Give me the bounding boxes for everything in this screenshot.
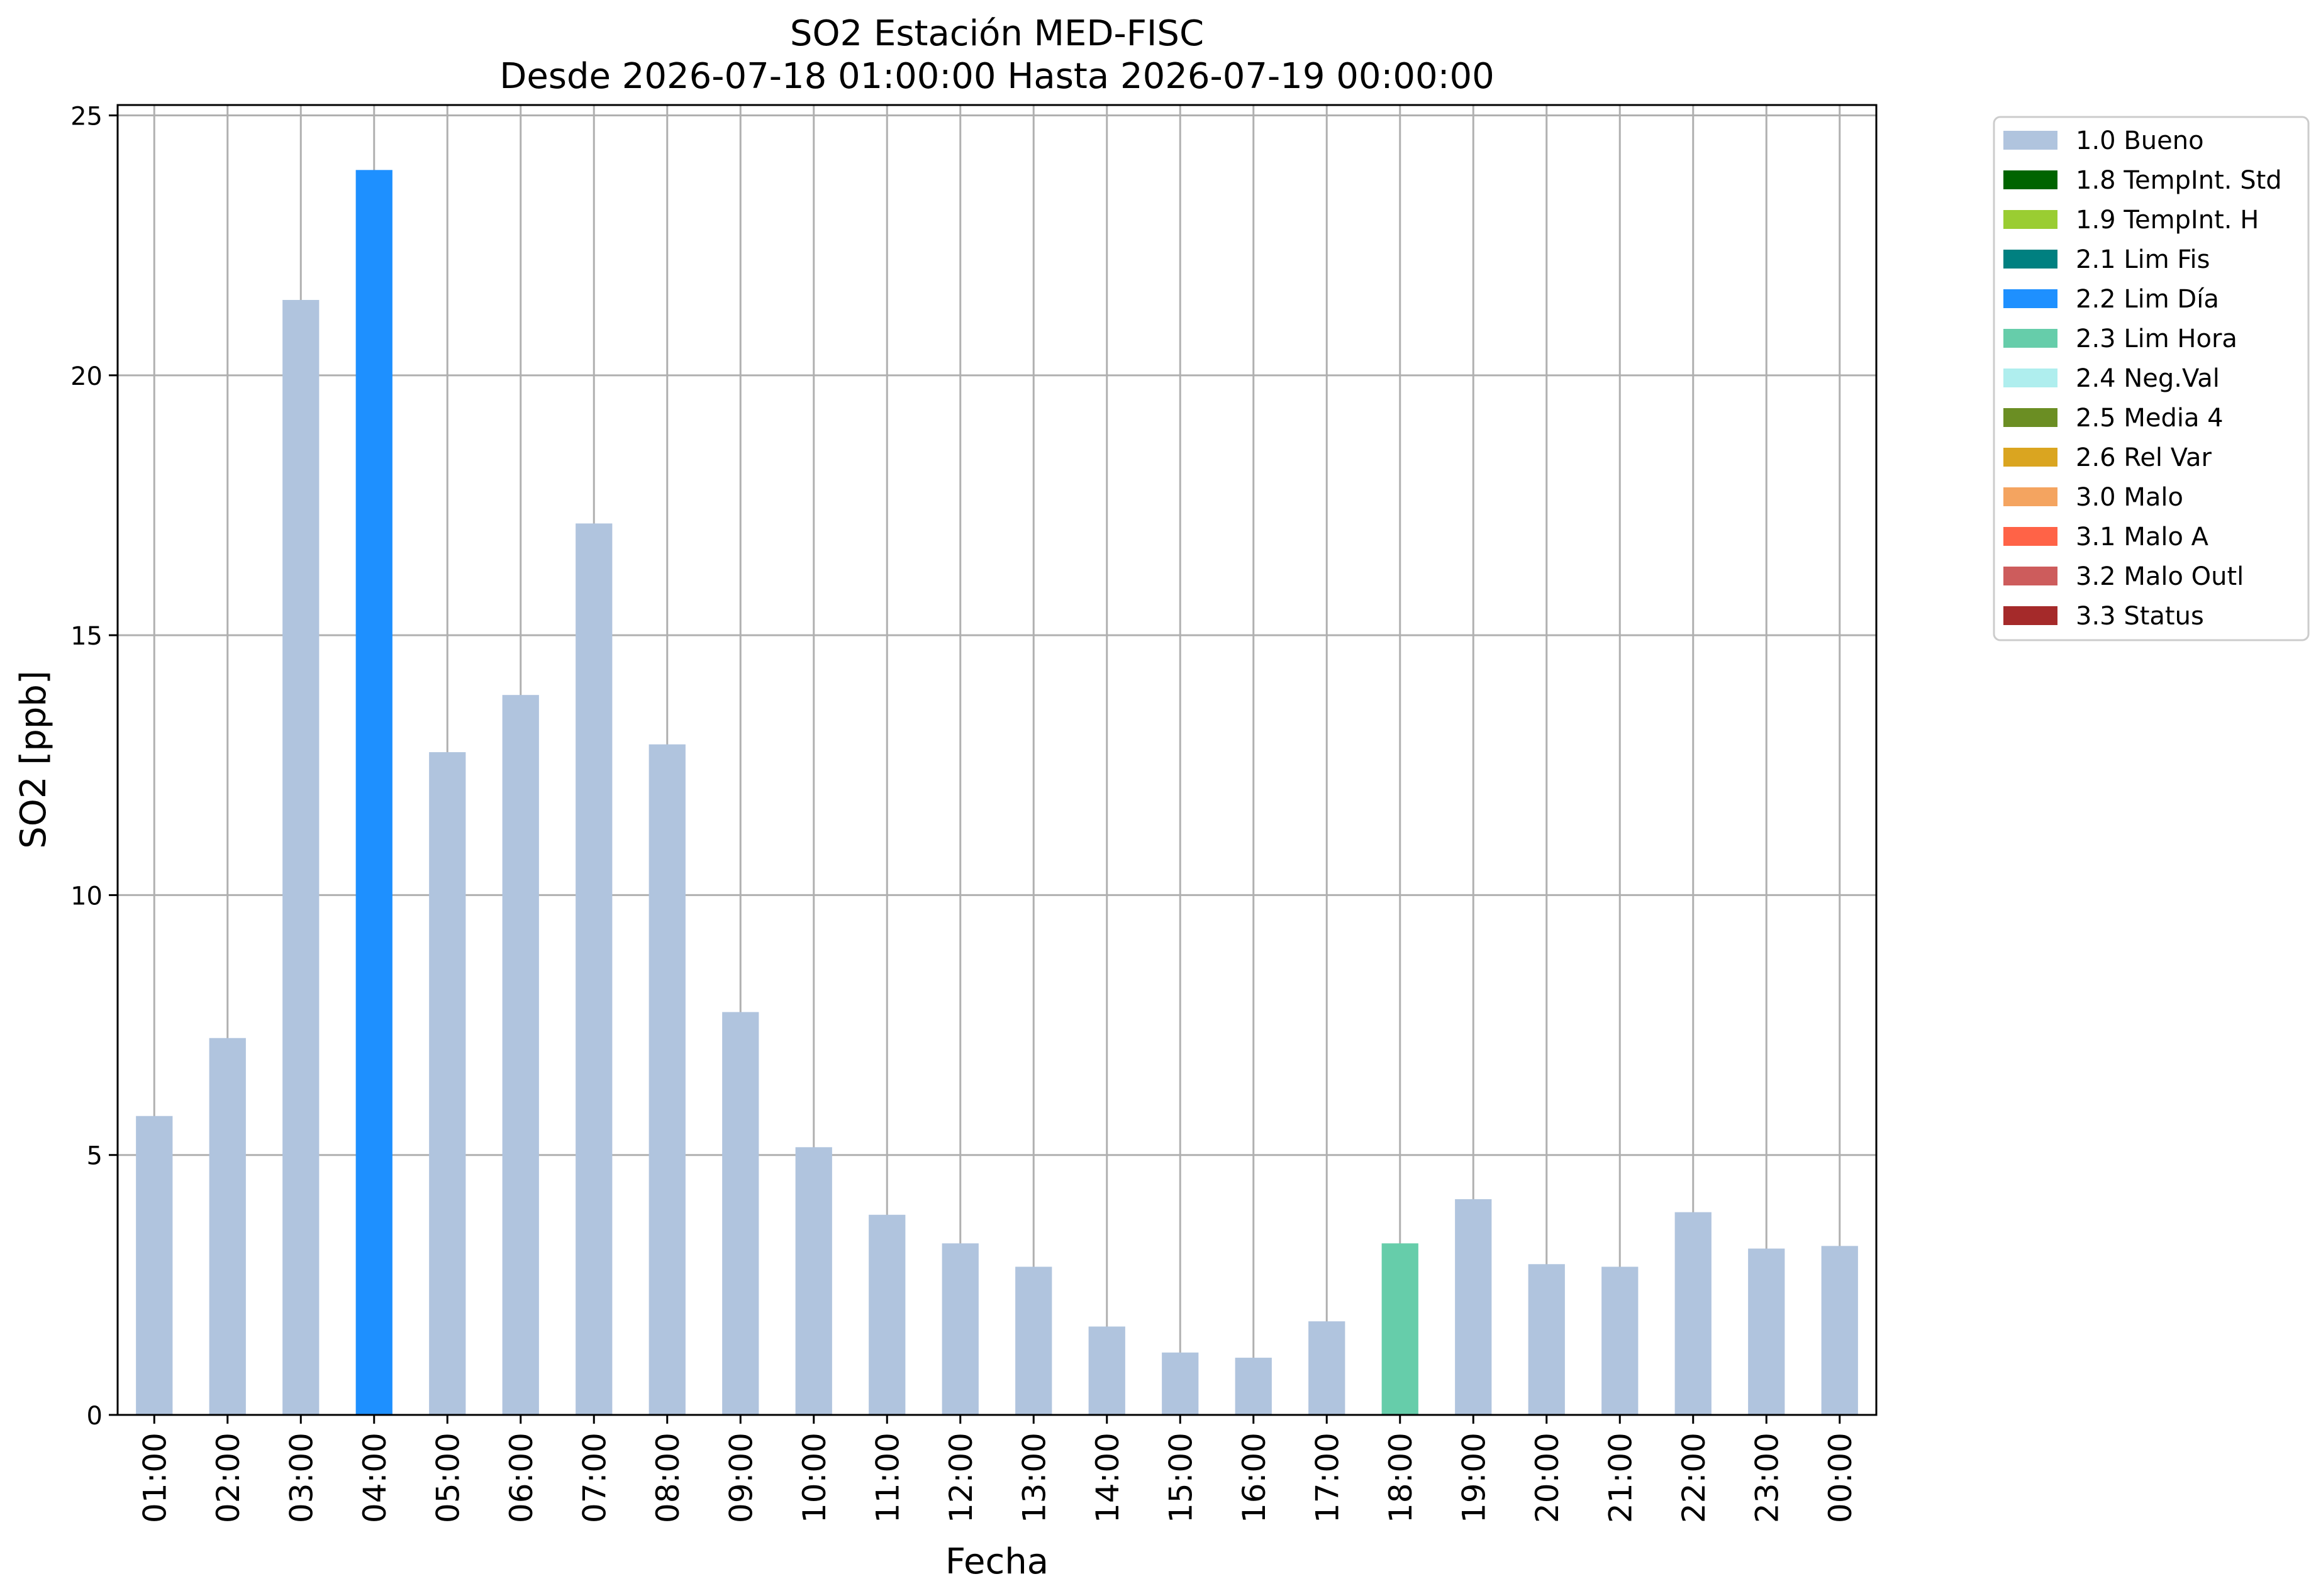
x-tick-label: 09:00: [723, 1433, 759, 1523]
bar-1300: [1015, 1266, 1052, 1415]
bar-0500: [429, 752, 466, 1415]
bar-layer: [136, 170, 1858, 1416]
x-tick-label: 02:00: [210, 1433, 247, 1523]
legend-label: 2.4 Neg.Val: [2076, 364, 2220, 393]
chart-subtitle: Desde 2026-07-18 01:00:00 Hasta 2026-07-…: [499, 56, 1495, 97]
legend-swatch: [2003, 289, 2057, 308]
legend-label: 3.0 Malo: [2076, 483, 2183, 512]
x-tick-label: 16:00: [1236, 1433, 1272, 1523]
bar-1900: [1455, 1199, 1492, 1415]
legend-label: 3.3 Status: [2076, 602, 2204, 631]
y-tick-label: 0: [87, 1402, 103, 1431]
bar-1700: [1308, 1321, 1345, 1415]
bar-0200: [209, 1038, 246, 1415]
legend-swatch: [2003, 250, 2057, 269]
x-tick-label: 12:00: [943, 1433, 979, 1523]
legend-label: 1.0 Bueno: [2076, 126, 2204, 155]
bar-0400: [355, 170, 392, 1415]
y-tick-label: 15: [70, 622, 103, 651]
legend-swatch: [2003, 448, 2057, 467]
bar-1400: [1088, 1326, 1125, 1415]
x-tick-label: 22:00: [1676, 1433, 1712, 1523]
y-tick-label: 10: [70, 882, 103, 911]
legend-swatch: [2003, 210, 2057, 229]
x-tick-label: 06:00: [503, 1433, 540, 1523]
bar-0300: [282, 299, 320, 1416]
y-axis-label: SO2 [ppb]: [13, 670, 54, 848]
bar-1000: [795, 1147, 832, 1415]
x-tick-label: 21:00: [1602, 1433, 1639, 1523]
x-tick-label: 05:00: [430, 1433, 466, 1523]
y-tick-label: 25: [70, 103, 103, 131]
x-tick-label: 01:00: [136, 1433, 173, 1523]
legend-label: 3.2 Malo Outl: [2076, 562, 2244, 591]
x-tick-label: 15:00: [1162, 1433, 1199, 1523]
bar-1500: [1162, 1352, 1199, 1415]
x-axis-label: Fecha: [945, 1541, 1049, 1582]
x-tick-label: 07:00: [576, 1433, 613, 1523]
x-tick-label: 20:00: [1529, 1433, 1566, 1523]
bar-0900: [722, 1012, 759, 1415]
legend-swatch: [2003, 170, 2057, 189]
x-tick-label: 11:00: [869, 1433, 906, 1523]
x-tick-label: 14:00: [1089, 1433, 1126, 1523]
bar-0000: [1821, 1246, 1858, 1415]
legend-label: 1.9 TempInt. H: [2076, 206, 2259, 235]
x-tick-label: 23:00: [1749, 1433, 1785, 1523]
chart-svg: SO2 Estación MED-FISC Desde 2026-07-18 0…: [13, 13, 2310, 1582]
x-tick-label: 00:00: [1822, 1433, 1859, 1523]
x-tick-label: 18:00: [1383, 1433, 1419, 1523]
chart-title: SO2 Estación MED-FISC: [790, 13, 1204, 54]
x-tick-label: 13:00: [1016, 1433, 1052, 1523]
x-tick-label: 10:00: [796, 1433, 833, 1523]
legend: 1.0 Bueno 1.8 TempInt. Std 1.9 TempInt. H 2…: [1993, 116, 2310, 641]
legend-label: 2.5 Media 4: [2076, 404, 2224, 433]
legend-label: 2.1 Lim Fis: [2076, 245, 2210, 274]
legend-swatch: [2003, 606, 2057, 625]
legend-swatch: [2003, 408, 2057, 427]
bar-0100: [136, 1116, 173, 1415]
legend-swatch: [2003, 329, 2057, 348]
bar-2000: [1528, 1264, 1565, 1415]
x-tick-label: 19:00: [1456, 1433, 1492, 1523]
legend-label: 3.1 Malo A: [2076, 523, 2209, 551]
bar-1800: [1381, 1243, 1418, 1415]
bar-0700: [576, 523, 613, 1415]
bar-1100: [869, 1214, 906, 1415]
x-tick-label: 08:00: [650, 1433, 686, 1523]
chart: SO2 Estación MED-FISC Desde 2026-07-18 0…: [0, 0, 2316, 1593]
legend-label: 2.6 Rel Var: [2076, 443, 2212, 472]
legend-swatch: [2003, 369, 2057, 387]
legend-swatch: [2003, 131, 2057, 150]
y-tick-label: 20: [70, 362, 103, 391]
legend-label: 2.3 Lim Hora: [2076, 324, 2237, 353]
bar-1600: [1235, 1358, 1272, 1415]
legend-swatch: [2003, 487, 2057, 506]
x-tick-label: 04:00: [357, 1433, 393, 1523]
bar-0600: [502, 695, 539, 1415]
legend-swatch: [2003, 527, 2057, 546]
x-tick-label: 03:00: [283, 1433, 320, 1523]
bar-2100: [1601, 1266, 1639, 1415]
bar-2300: [1748, 1248, 1785, 1415]
bar-1200: [942, 1243, 979, 1415]
x-tick-label: 17:00: [1309, 1433, 1345, 1523]
y-tick-label: 5: [87, 1142, 103, 1171]
bar-0800: [649, 744, 686, 1415]
legend-label: 1.8 TempInt. Std: [2076, 166, 2282, 195]
legend-label: 2.2 Lim Día: [2076, 285, 2219, 314]
legend-swatch: [2003, 567, 2057, 585]
bar-2200: [1674, 1212, 1712, 1415]
